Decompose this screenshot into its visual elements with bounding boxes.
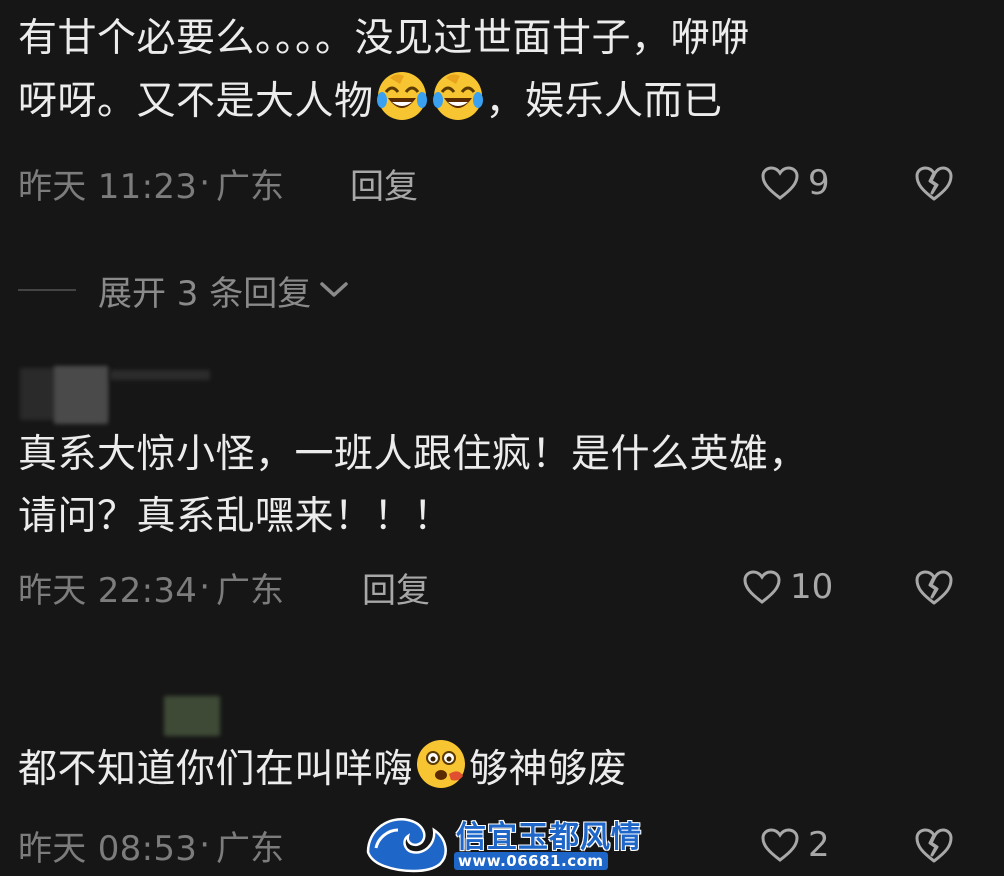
- avatar-placeholder: [54, 366, 108, 424]
- comment-meta: 昨天 22:34 · 广东 回复 10: [18, 562, 988, 612]
- watermark-url: www.06681.com: [454, 852, 608, 870]
- comment-text-line: 请问？真系乱嘿来！！！: [18, 494, 453, 539]
- comment-location: 广东: [216, 166, 285, 207]
- comment-text-line: 都不知道你们在叫咩嗨: [18, 747, 414, 792]
- like-count: 9: [808, 163, 830, 203]
- like-count: 2: [808, 825, 830, 865]
- broken-heart-icon[interactable]: [913, 164, 955, 202]
- heart-icon: [761, 166, 799, 200]
- comment-1: 有甘个必要么。。。。没见过世面甘子，咿咿 呀呀。又不是大人物 ，娱乐人而已 昨天 1…: [18, 8, 988, 207]
- username-placeholder: [110, 370, 210, 380]
- comment-text-line: 呀呀。又不是大人物: [18, 79, 374, 124]
- comment-meta: 昨天 11:23 · 广东 回复 9: [18, 158, 988, 208]
- broken-heart-icon[interactable]: [913, 826, 955, 864]
- comment-time: 昨天 22:34: [18, 570, 198, 611]
- wave-logo-icon: [366, 818, 447, 873]
- comment-text-line: 有甘个必要么。。。。没见过世面甘子，咿咿: [18, 16, 750, 61]
- comment-text-line: ，娱乐人而已: [485, 79, 723, 124]
- chevron-down-icon: [320, 282, 348, 297]
- comment-2: 真系大惊小怪，一班人跟住疯！是什么英雄， 请问？真系乱嘿来！！！ 昨天 22:34…: [18, 424, 988, 611]
- expand-replies-button[interactable]: 展开 3 条回复: [18, 264, 351, 316]
- comment-time: 昨天 11:23: [18, 166, 198, 207]
- reply-button[interactable]: 回复: [350, 159, 418, 208]
- heart-icon: [761, 828, 799, 862]
- comment-3: 都不知道你们在叫咩嗨 够神够废 昨天 08:53 · 广东 2: [18, 738, 988, 869]
- meta-separator: ·: [199, 567, 211, 607]
- like-count: 10: [790, 567, 834, 607]
- laughing-tears-emoji-icon: [432, 72, 483, 120]
- comment-text-line: 真系大惊小怪，一班人跟住疯！是什么英雄，: [18, 432, 809, 477]
- like-button[interactable]: 10: [742, 567, 833, 607]
- comment-time: 昨天 08:53: [18, 828, 198, 869]
- comment-text-line: 够神够废: [469, 747, 628, 792]
- shocked-face-emoji-icon: [417, 740, 466, 788]
- avatar-placeholder: [164, 696, 220, 736]
- like-button[interactable]: 2: [760, 825, 830, 865]
- comment-location: 广东: [216, 570, 285, 611]
- broken-heart-icon[interactable]: [913, 568, 955, 606]
- meta-separator: ·: [199, 163, 211, 203]
- heart-icon: [743, 570, 781, 604]
- comment-text: 有甘个必要么。。。。没见过世面甘子，咿咿 呀呀。又不是大人物 ，娱乐人而已: [18, 8, 988, 133]
- watermark-title: 信宜玉都风情: [456, 820, 642, 855]
- comment-text: 真系大惊小怪，一班人跟住疯！是什么英雄， 请问？真系乱嘿来！！！: [18, 424, 988, 548]
- reply-button[interactable]: 回复: [362, 563, 430, 612]
- divider-line: [18, 289, 76, 291]
- meta-separator: ·: [199, 825, 211, 865]
- comment-text: 都不知道你们在叫咩嗨 够神够废: [18, 738, 988, 801]
- comment-location: 广东: [216, 828, 285, 869]
- like-button[interactable]: 9: [760, 163, 830, 203]
- laughing-tears-emoji-icon: [376, 72, 427, 120]
- expand-replies-label: 展开 3 条回复: [98, 273, 312, 314]
- watermark: 信宜玉都风情 www.06681.com: [362, 808, 652, 874]
